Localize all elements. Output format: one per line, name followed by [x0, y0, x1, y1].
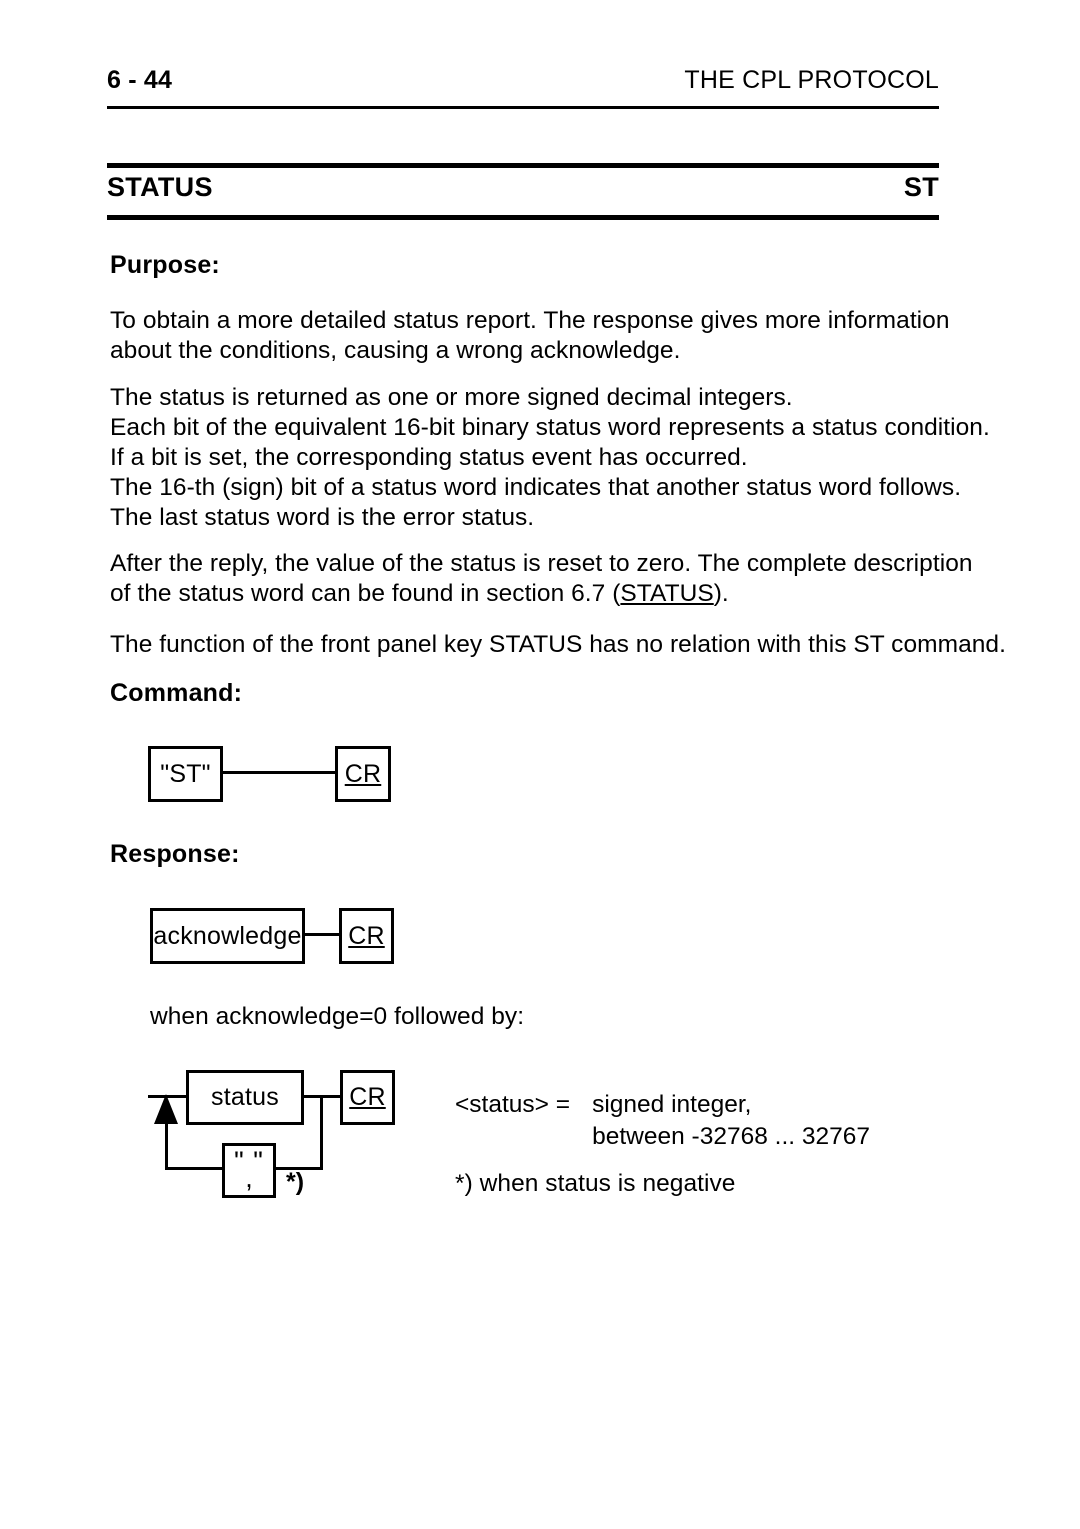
purpose-p3-line-2-prefix: of the status word can be found in secti…	[110, 580, 621, 607]
status-feedback-riser-wire	[165, 1120, 168, 1170]
response-acknowledge-box: acknowledge	[150, 908, 305, 964]
header-rule	[107, 106, 939, 109]
command-band: STATUS ST	[107, 172, 939, 203]
purpose-paragraph-3: After the reply, the value of the status…	[110, 549, 973, 609]
command-terminator-label: CR	[344, 759, 382, 788]
response-continuation-note: when acknowledge=0 followed by:	[150, 1003, 525, 1030]
status-terminator-label: CR	[349, 1083, 386, 1111]
response-wire-ack-to-cr	[302, 933, 342, 936]
command-token-label: "ST"	[160, 759, 211, 788]
purpose-p2-line-2: Each bit of the equivalent 16-bit binary…	[110, 414, 990, 441]
document-title: THE CPL PROTOCOL	[684, 66, 939, 94]
running-head: 6 - 44 THE CPL PROTOCOL	[107, 66, 939, 95]
status-loop-arrow-icon	[154, 1094, 178, 1124]
command-token-box: "ST"	[148, 746, 223, 802]
status-legend-footnote: *) when status is negative	[455, 1170, 736, 1197]
status-feedback-drop-wire	[320, 1095, 323, 1170]
status-box-label: status	[211, 1083, 279, 1111]
status-box: status	[186, 1070, 304, 1125]
response-heading: Response:	[110, 840, 240, 868]
command-mnemonic: ST	[903, 172, 939, 202]
purpose-p1-line-1: To obtain a more detailed status report.…	[110, 307, 950, 334]
command-terminator-box: CR	[335, 746, 391, 802]
status-legend: <status> = signed integer, between -3276…	[455, 1089, 870, 1153]
status-terminator-box: CR	[340, 1070, 395, 1125]
command-heading: Command:	[110, 679, 243, 707]
purpose-heading: Purpose:	[110, 251, 220, 279]
page-number: 6 - 44	[107, 66, 173, 94]
response-acknowledge-label: acknowledge	[153, 921, 302, 950]
purpose-paragraph-2: The status is returned as one or more si…	[110, 383, 990, 533]
purpose-p2-line-4: The 16-th (sign) bit of a status word in…	[110, 474, 962, 501]
command-band-top-rule	[107, 163, 939, 168]
response-terminator-box: CR	[339, 908, 394, 964]
purpose-p2-line-5: The last status word is the error status…	[110, 504, 535, 531]
purpose-p2-line-3: If a bit is set, the corresponding statu…	[110, 444, 748, 471]
status-section-reference: STATUS	[620, 580, 714, 607]
purpose-paragraph-4: The function of the front panel key STAT…	[110, 630, 1006, 660]
purpose-p3-line-2-suffix: ).	[713, 580, 729, 607]
status-legend-definition-line-1: signed integer,	[592, 1091, 752, 1118]
status-legend-definition-line-2: between -32768 ... 32767	[592, 1123, 870, 1150]
command-wire-st-to-cr	[220, 771, 338, 774]
status-separator-glyph: " " ,	[234, 1147, 264, 1193]
status-legend-term: <status> =	[455, 1091, 571, 1118]
purpose-paragraph-1: To obtain a more detailed status report.…	[110, 306, 950, 366]
purpose-p3-line-1: After the reply, the value of the status…	[110, 550, 973, 577]
purpose-p1-line-2: about the conditions, causing a wrong ac…	[110, 337, 681, 364]
status-separator-comma: ,	[245, 1162, 253, 1193]
document-page: 6 - 44 THE CPL PROTOCOL STATUS ST Purpos…	[0, 0, 1080, 1529]
command-name: STATUS	[107, 172, 213, 202]
purpose-p3-line-2: of the status word can be found in secti…	[110, 579, 950, 609]
purpose-p2-line-1: The status is returned as one or more si…	[110, 384, 793, 411]
response-terminator-label: CR	[348, 921, 385, 950]
status-separator-box: " " ,	[222, 1143, 276, 1198]
status-loop-footnote-marker: *)	[286, 1168, 305, 1196]
command-band-bottom-rule	[107, 215, 939, 220]
purpose-p4-line-1: The function of the front panel key STAT…	[110, 631, 1006, 658]
